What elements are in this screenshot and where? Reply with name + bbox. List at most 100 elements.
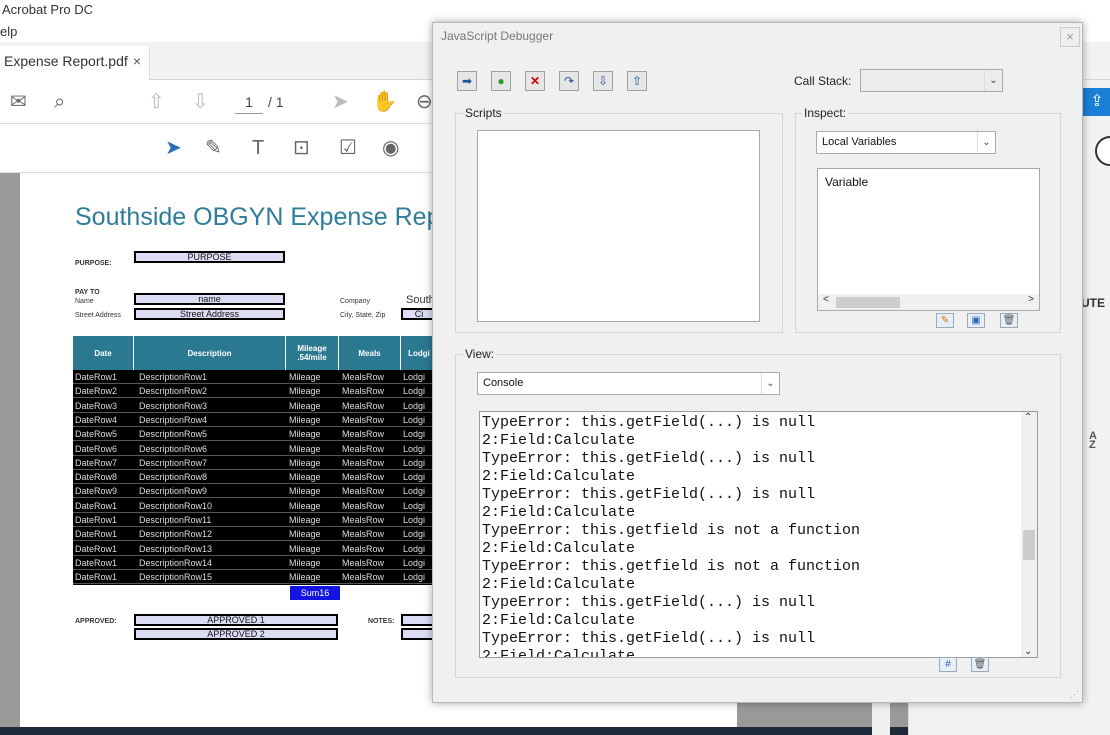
table-cell[interactable]: DescriptionRow12	[139, 527, 212, 540]
step-over-icon[interactable]: ↷	[559, 71, 579, 91]
table-cell[interactable]: Lodgi	[403, 413, 425, 426]
table-cell[interactable]: MealsRow	[342, 442, 384, 455]
scroll-up-icon[interactable]: ⌃	[1024, 412, 1032, 423]
prev-page-icon[interactable]: ⇧	[148, 90, 165, 114]
resume-icon[interactable]: ➡	[457, 71, 477, 91]
table-cell[interactable]: DateRow1	[75, 513, 117, 526]
table-cell[interactable]: MealsRow	[342, 384, 384, 397]
table-cell[interactable]: Lodgi	[403, 542, 425, 555]
table-cell[interactable]: Lodgi	[403, 513, 425, 526]
sort-icon[interactable]: A Z	[1089, 431, 1099, 451]
variables-list[interactable]: Variable < >	[817, 168, 1040, 311]
table-cell[interactable]: Lodgi	[403, 570, 425, 583]
zoom-out-icon[interactable]: ⊖	[416, 90, 433, 114]
table-cell[interactable]: Lodgi	[403, 427, 425, 440]
table-cell[interactable]: Mileage	[289, 470, 321, 483]
table-cell[interactable]: DateRow8	[75, 470, 117, 483]
table-cell[interactable]: Lodgi	[403, 370, 425, 383]
table-cell[interactable]: MealsRow	[342, 427, 384, 440]
table-cell[interactable]: Lodgi	[403, 384, 425, 397]
approved-1-field[interactable]: APPROVED 1	[134, 614, 338, 626]
table-cell[interactable]: Lodgi	[403, 499, 425, 512]
table-cell[interactable]: DescriptionRow8	[139, 470, 207, 483]
scroll-left-icon[interactable]: <	[823, 294, 829, 305]
table-cell[interactable]: DateRow7	[75, 456, 117, 469]
table-cell[interactable]: MealsRow	[342, 542, 384, 555]
edit-icon[interactable]: ✎	[936, 313, 954, 328]
table-cell[interactable]: MealsRow	[342, 484, 384, 497]
close-icon[interactable]: ×	[1060, 27, 1080, 47]
table-cell[interactable]: DescriptionRow5	[139, 427, 207, 440]
hash-icon[interactable]: #	[939, 657, 957, 672]
step-into-icon[interactable]: ⇩	[593, 71, 613, 91]
console-vscroll[interactable]: ⌃ ⌄	[1021, 412, 1037, 657]
table-cell[interactable]: MealsRow	[342, 399, 384, 412]
table-cell[interactable]: Mileage	[289, 370, 321, 383]
console-output[interactable]: TypeError: this.getField(...) is null 2:F…	[479, 411, 1038, 658]
table-cell[interactable]: Lodgi	[403, 442, 425, 455]
table-cell[interactable]: DateRow1	[75, 527, 117, 540]
table-cell[interactable]: Mileage	[289, 542, 321, 555]
name-field[interactable]: name	[134, 293, 285, 305]
trash-icon[interactable]: 🗑	[1000, 313, 1018, 328]
select-tool-icon[interactable]: ➤	[332, 90, 349, 114]
table-cell[interactable]: DescriptionRow3	[139, 399, 207, 412]
table-cell[interactable]: DateRow1	[75, 570, 117, 583]
console-vscroll-thumb[interactable]	[1023, 529, 1035, 560]
inspect-dropdown[interactable]: Local Variables ⌄	[816, 131, 996, 154]
table-cell[interactable]: MealsRow	[342, 413, 384, 426]
street-field[interactable]: Street Address	[134, 308, 285, 320]
table-cell[interactable]: DateRow4	[75, 413, 117, 426]
tab-expense-report[interactable]: Expense Report.pdf ×	[0, 46, 150, 80]
table-cell[interactable]: DateRow1	[75, 499, 117, 512]
email-icon[interactable]: ✉	[10, 90, 27, 114]
approved-2-field[interactable]: APPROVED 2	[134, 628, 338, 640]
hand-tool-icon[interactable]: ✋	[372, 90, 397, 114]
table-cell[interactable]: MealsRow	[342, 499, 384, 512]
table-cell[interactable]: Lodgi	[403, 556, 425, 569]
table-cell[interactable]: Mileage	[289, 442, 321, 455]
table-cell[interactable]: MealsRow	[342, 527, 384, 540]
table-cell[interactable]: MealsRow	[342, 513, 384, 526]
view-dropdown[interactable]: Console ⌄	[477, 372, 780, 395]
checkbox-tool-icon[interactable]: ☑	[339, 136, 357, 160]
table-cell[interactable]: Mileage	[289, 413, 321, 426]
share-icon[interactable]: ⇪	[1083, 88, 1110, 116]
clear-console-icon[interactable]: 🗑	[971, 657, 989, 672]
sum-field[interactable]: Sum16	[290, 586, 340, 600]
hscroll-thumb[interactable]	[836, 297, 900, 308]
table-cell[interactable]: DescriptionRow9	[139, 484, 207, 497]
call-stack-dropdown[interactable]: ⌄	[860, 69, 1003, 92]
list-icon[interactable]: ▣	[967, 313, 985, 328]
table-cell[interactable]: DateRow2	[75, 384, 117, 397]
table-cell[interactable]: Mileage	[289, 427, 321, 440]
document-scroll[interactable]	[872, 700, 890, 735]
page-number-input[interactable]: 1	[235, 90, 263, 114]
scripts-list[interactable]	[477, 130, 760, 322]
table-cell[interactable]: Mileage	[289, 399, 321, 412]
table-cell[interactable]: DescriptionRow2	[139, 384, 207, 397]
table-cell[interactable]: DateRow1	[75, 542, 117, 555]
table-cell[interactable]: DateRow9	[75, 484, 117, 497]
scroll-down-icon[interactable]: ⌄	[1024, 646, 1032, 657]
table-cell[interactable]: DescriptionRow15	[139, 570, 212, 583]
table-cell[interactable]: DateRow1	[75, 556, 117, 569]
edit-form-icon[interactable]: ✎	[205, 136, 222, 160]
table-cell[interactable]: DescriptionRow14	[139, 556, 212, 569]
table-cell[interactable]: DescriptionRow4	[139, 413, 207, 426]
table-cell[interactable]: DescriptionRow7	[139, 456, 207, 469]
table-cell[interactable]: Mileage	[289, 513, 321, 526]
table-cell[interactable]: MealsRow	[342, 556, 384, 569]
search-icon[interactable]: ⌕	[54, 90, 65, 114]
table-cell[interactable]: Lodgi	[403, 484, 425, 497]
interrupt-icon[interactable]: ●	[491, 71, 511, 91]
table-cell[interactable]: Mileage	[289, 570, 321, 583]
table-cell[interactable]: Mileage	[289, 484, 321, 497]
purpose-field[interactable]: PURPOSE	[134, 251, 285, 263]
table-cell[interactable]: MealsRow	[342, 570, 384, 583]
table-cell[interactable]: Mileage	[289, 384, 321, 397]
table-cell[interactable]: Mileage	[289, 456, 321, 469]
table-cell[interactable]: DateRow5	[75, 427, 117, 440]
table-cell[interactable]: Lodgi	[403, 399, 425, 412]
table-cell[interactable]: MealsRow	[342, 470, 384, 483]
